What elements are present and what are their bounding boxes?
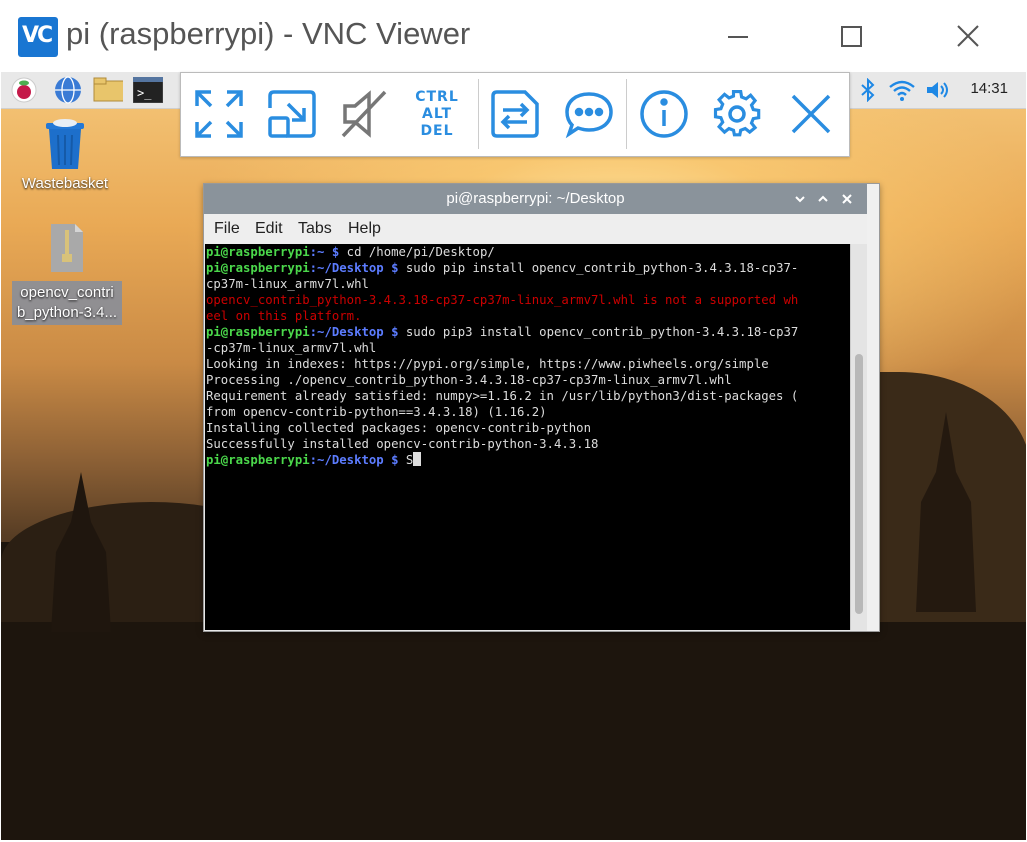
terminal-maximize-button[interactable] — [816, 192, 830, 206]
chat-button[interactable] — [561, 86, 617, 142]
gear-icon — [713, 90, 761, 137]
terminal-minimize-button[interactable] — [793, 192, 807, 206]
close-icon — [842, 194, 852, 204]
volume-icon[interactable] — [923, 76, 953, 104]
archive-file-icon — [51, 224, 83, 272]
terminal-frame — [867, 184, 879, 631]
close-button[interactable] — [948, 20, 988, 52]
mute-audio-button[interactable] — [337, 86, 393, 142]
toolbar-separator — [626, 79, 627, 149]
scale-to-window-button[interactable] — [264, 86, 320, 142]
terminal-error-line: opencv_contrib_python-3.4.3.18-cp37-cp37… — [206, 293, 799, 307]
terminal-line: cp37m-linux_armv7l.whl — [206, 277, 369, 291]
terminal-launcher-icon[interactable]: >_ — [133, 76, 163, 104]
speaker-muted-icon — [341, 90, 387, 138]
terminal-close-button[interactable] — [840, 192, 854, 206]
minimize-button[interactable] — [718, 20, 758, 52]
bluetooth-icon[interactable] — [853, 76, 883, 104]
scale-icon — [268, 90, 316, 138]
desktop-icon-label: opencv_contri b_python-3.4... — [12, 281, 122, 325]
terminal-line: Successfully installed opencv-contrib-py… — [206, 437, 599, 451]
window-title: pi (raspberrypi) - VNC Viewer — [66, 16, 471, 51]
maximize-button[interactable] — [831, 20, 871, 52]
vnc-logo-icon: VC — [18, 17, 58, 57]
desktop-icon-label: Wastebasket — [21, 175, 109, 192]
scrollbar-thumb[interactable] — [855, 354, 863, 614]
raspberry-menu-icon[interactable] — [9, 76, 39, 104]
toolbar-separator — [478, 79, 479, 149]
file-manager-icon[interactable] — [93, 76, 123, 104]
menu-file[interactable]: File — [214, 220, 240, 238]
terminal-line: Installing collected packages: opencv-co… — [206, 421, 591, 435]
desktop-icon-wastebasket[interactable]: Wastebasket — [10, 117, 120, 192]
text-cursor — [413, 452, 422, 466]
disconnect-button[interactable] — [783, 86, 839, 142]
chevron-up-icon — [818, 195, 828, 202]
file-transfer-icon — [491, 90, 539, 138]
terminal-line: Requirement already satisfied: numpy>=1.… — [206, 389, 799, 403]
terminal-window[interactable]: pi@raspberrypi: ~/Desktop File Edit Tabs… — [203, 183, 880, 632]
terminal-scrollbar[interactable] — [850, 244, 867, 630]
file-transfer-button[interactable] — [487, 86, 543, 142]
svg-text:>_: >_ — [137, 86, 152, 100]
terminal-line: Processing ./opencv_contrib_python-3.4.3… — [206, 373, 732, 387]
wifi-icon[interactable] — [887, 76, 917, 104]
terminal-menubar: File Edit Tabs Help — [204, 214, 867, 244]
terminal-titlebar[interactable]: pi@raspberrypi: ~/Desktop — [204, 184, 867, 214]
terminal-line: pi@raspberrypi:~/Desktop $ sudo pip3 ins… — [206, 325, 799, 339]
temple-silhouette — [51, 472, 111, 632]
terminal-output[interactable]: pi@raspberrypi:~ $ cd /home/pi/Desktop/ … — [205, 244, 851, 630]
panel-clock[interactable]: 14:31 — [970, 80, 1008, 97]
close-icon — [957, 25, 979, 47]
terminal-line: from opencv-contrib-python==3.4.3.18) (1… — [206, 405, 547, 419]
menu-help[interactable]: Help — [348, 220, 381, 238]
terminal-line: Looking in indexes: https://pypi.org/sim… — [206, 357, 769, 371]
terminal-title: pi@raspberrypi: ~/Desktop — [446, 190, 625, 207]
chat-icon — [565, 92, 613, 139]
chevron-down-icon — [795, 196, 805, 203]
terminal-line: -cp37m-linux_armv7l.whl — [206, 341, 377, 355]
menu-edit[interactable]: Edit — [255, 220, 283, 238]
fullscreen-button[interactable] — [191, 86, 247, 142]
info-icon — [640, 90, 688, 138]
ctrl-alt-del-button[interactable]: CTRL ALT DEL — [409, 86, 465, 142]
info-button[interactable] — [636, 86, 692, 142]
temple-silhouette — [916, 412, 976, 612]
trash-icon — [46, 119, 84, 169]
vnc-titlebar: VC pi (raspberrypi) - VNC Viewer — [0, 0, 1027, 72]
close-icon — [791, 94, 831, 134]
desktop-icon-wheel-file[interactable]: opencv_contri b_python-3.4... — [12, 222, 122, 325]
terminal-error-line: eel on this platform. — [206, 309, 362, 323]
terminal-line: pi@raspberrypi:~/Desktop $ sudo pip inst… — [206, 261, 799, 275]
terminal-prompt-line: pi@raspberrypi:~/Desktop $ S — [206, 452, 851, 468]
web-browser-icon[interactable] — [53, 76, 83, 104]
terminal-line: pi@raspberrypi:~ $ cd /home/pi/Desktop/ — [206, 245, 495, 259]
vnc-toolbar: CTRL ALT DEL — [180, 72, 850, 157]
settings-button[interactable] — [709, 86, 765, 142]
fullscreen-icon — [195, 90, 243, 138]
menu-tabs[interactable]: Tabs — [298, 220, 332, 238]
